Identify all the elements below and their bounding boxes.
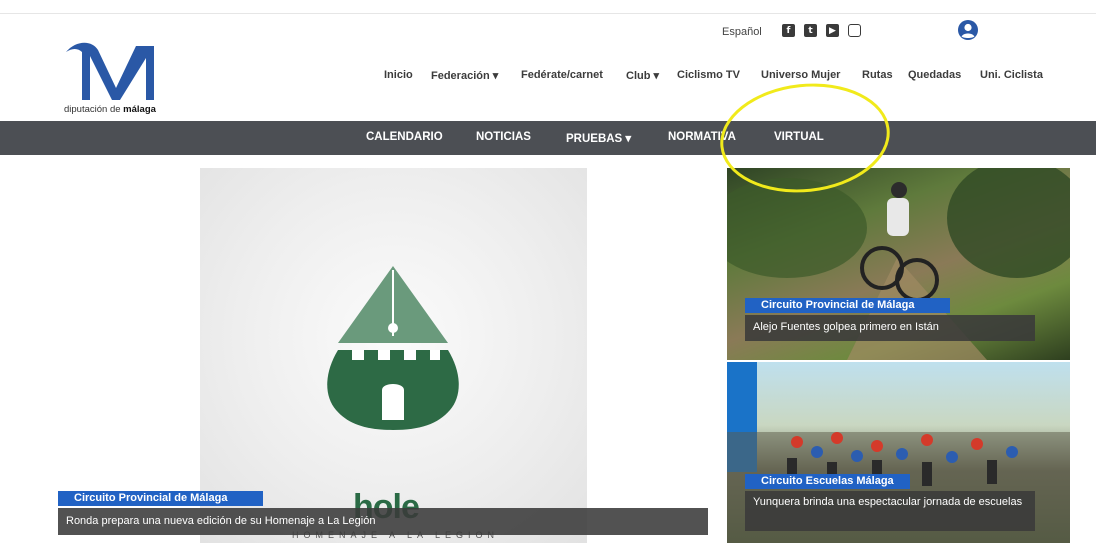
- news-thumbnail-1[interactable]: Circuito Provincial de Málaga Alejo Fuen…: [727, 168, 1070, 360]
- news-thumbnail-2[interactable]: Circuito Escuelas Málaga Yunquera brinda…: [727, 362, 1070, 543]
- language-selector[interactable]: Español: [722, 26, 762, 38]
- news-1-category-tag[interactable]: Circuito Provincial de Málaga: [745, 298, 950, 313]
- nav-ciclismo-tv[interactable]: Ciclismo TV: [677, 69, 740, 81]
- menu-calendario[interactable]: CALENDARIO: [366, 131, 443, 143]
- top-divider: [0, 13, 1096, 14]
- user-account-icon[interactable]: [957, 19, 979, 41]
- hole-emblem: [327, 266, 459, 430]
- menu-noticias[interactable]: NOTICIAS: [476, 131, 531, 143]
- nav-rutas[interactable]: Rutas: [862, 69, 893, 81]
- logo-caption: diputación de málaga: [64, 104, 156, 115]
- twitter-icon[interactable]: t: [804, 24, 817, 37]
- news-2-headline[interactable]: Yunquera brinda una espectacular jornada…: [745, 491, 1035, 531]
- nav-inicio[interactable]: Inicio: [384, 69, 413, 81]
- instagram-icon[interactable]: [848, 24, 861, 37]
- nav-federacion[interactable]: Federación ▾: [431, 69, 498, 82]
- facebook-icon[interactable]: f: [782, 24, 795, 37]
- nav-club[interactable]: Club ▾: [626, 69, 659, 82]
- nav-uni-ciclista[interactable]: Uni. Ciclista: [980, 69, 1043, 81]
- top-navigation: Inicio Federación ▾ Fedérate/carnet Club…: [0, 69, 1096, 83]
- featured-news-image[interactable]: hole HOMENAJE A LA LEGION: [200, 168, 587, 543]
- news-2-category-tag[interactable]: Circuito Escuelas Málaga: [745, 474, 910, 489]
- feature-headline[interactable]: Ronda prepara una nueva edición de su Ho…: [58, 508, 708, 535]
- news-1-headline[interactable]: Alejo Fuentes golpea primero en Istán: [745, 315, 1035, 341]
- nav-universo-mujer[interactable]: Universo Mujer: [761, 69, 840, 81]
- nav-quedadas[interactable]: Quedadas: [908, 69, 961, 81]
- main-menu-bar: CALENDARIO NOTICIAS PRUEBAS ▾ NORMATIVA …: [0, 121, 1096, 155]
- nav-federate-carnet[interactable]: Fedérate/carnet: [521, 69, 603, 81]
- social-links: f t ▶: [782, 24, 861, 37]
- youtube-icon[interactable]: ▶: [826, 24, 839, 37]
- menu-pruebas[interactable]: PRUEBAS ▾: [566, 131, 631, 145]
- feature-category-tag[interactable]: Circuito Provincial de Málaga: [58, 491, 263, 506]
